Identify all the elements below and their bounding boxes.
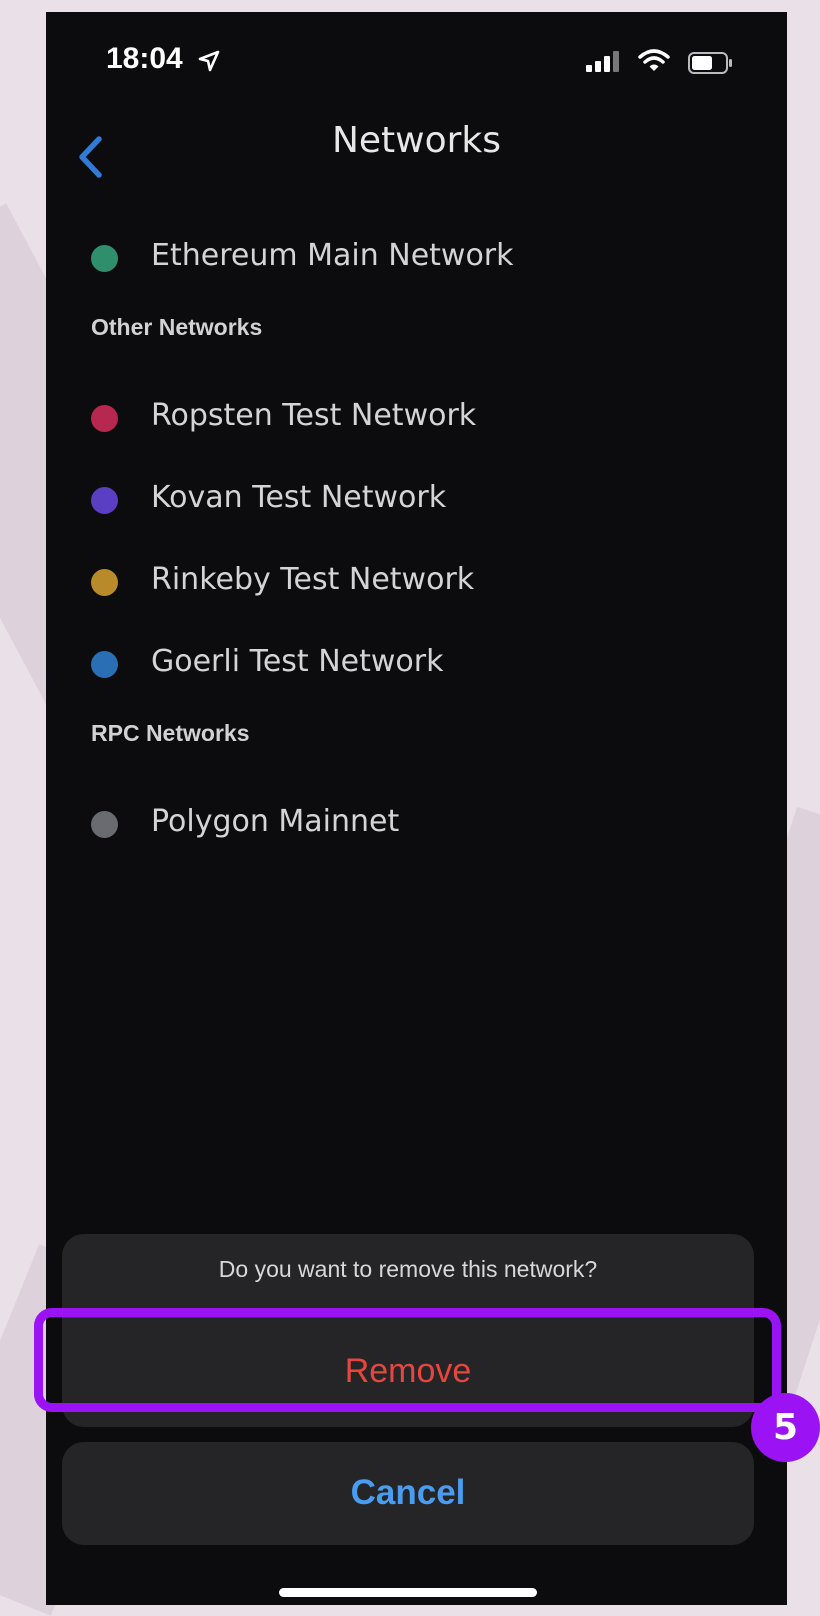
network-item-goerli[interactable]: Goerli Test Network — [46, 634, 787, 694]
wifi-icon — [638, 49, 670, 71]
network-label: Goerli Test Network — [151, 644, 444, 679]
home-indicator — [279, 1588, 537, 1597]
action-sheet: Do you want to remove this network? Remo… — [62, 1234, 754, 1427]
network-label: Ropsten Test Network — [151, 398, 477, 433]
network-color-dot — [91, 405, 118, 432]
remove-button[interactable]: Remove — [62, 1318, 754, 1427]
network-color-dot — [91, 651, 118, 678]
location-arrow-icon — [198, 50, 220, 72]
status-time: 18:04 — [106, 42, 183, 75]
network-item-rinkeby[interactable]: Rinkeby Test Network — [46, 552, 787, 612]
page-title: Networks — [331, 120, 502, 161]
section-heading-other-networks: Other Networks — [91, 314, 263, 340]
network-item-ethereum-main[interactable]: Ethereum Main Network — [46, 228, 787, 288]
cancel-button-label: Cancel — [350, 1473, 466, 1512]
step-badge: 5 — [751, 1393, 820, 1462]
cellular-signal-icon — [586, 51, 619, 72]
network-color-dot — [91, 245, 118, 272]
cancel-button[interactable]: Cancel — [62, 1442, 754, 1545]
network-label: Ethereum Main Network — [151, 238, 514, 273]
remove-button-label: Remove — [344, 1352, 472, 1390]
section-heading-rpc-networks: RPC Networks — [91, 720, 250, 746]
action-sheet-message: Do you want to remove this network? — [218, 1256, 598, 1282]
network-item-ropsten[interactable]: Ropsten Test Network — [46, 388, 787, 448]
network-item-kovan[interactable]: Kovan Test Network — [46, 470, 787, 530]
battery-icon — [688, 52, 732, 74]
network-label: Polygon Mainnet — [151, 804, 400, 839]
network-color-dot — [91, 569, 118, 596]
network-color-dot — [91, 487, 118, 514]
phone-screen: 18:04 Networks Ethereum Main Network Oth… — [46, 12, 787, 1605]
network-item-polygon-mainnet[interactable]: Polygon Mainnet — [46, 794, 787, 854]
status-bar: 18:04 — [46, 12, 787, 112]
network-label: Kovan Test Network — [151, 480, 447, 515]
network-label: Rinkeby Test Network — [151, 562, 475, 597]
network-color-dot — [91, 811, 118, 838]
